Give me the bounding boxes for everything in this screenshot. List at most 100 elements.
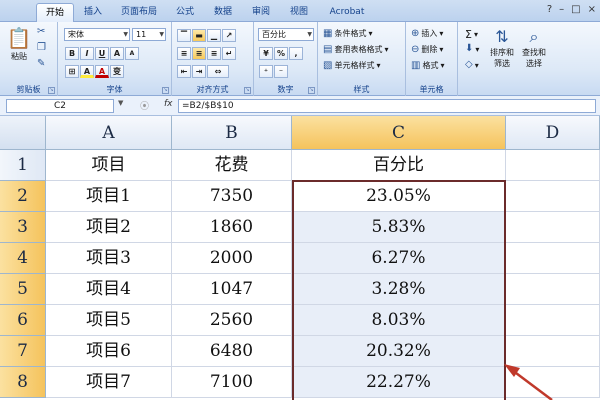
align-middle-icon[interactable]: ▬	[192, 29, 206, 42]
horizontal-align-row: ≡ ≡ ≡ ↵	[176, 46, 237, 61]
fx-icon[interactable]: fx	[164, 99, 173, 109]
group-styles: ▦ 条件格式 ▾ ▤ 套用表格格式 ▾ ▧ 单元格样式 ▾ 样式	[318, 22, 406, 96]
number-launcher-icon[interactable]: ↘	[308, 87, 315, 94]
group-label-styles: 样式	[353, 85, 370, 94]
align-left-icon[interactable]: ≡	[177, 47, 191, 60]
close-icon[interactable]: ×	[588, 4, 596, 18]
indent-row: ⇤ ⇥ ⇔	[176, 64, 230, 79]
cut-button[interactable]: ✂	[36, 26, 46, 38]
find-select-button[interactable]: ⌕ 查找和 选择	[520, 26, 548, 70]
align-center-icon[interactable]: ≡	[192, 47, 206, 60]
font-color-button[interactable]: A	[95, 65, 109, 78]
insert-button[interactable]: ⊕ 插入 ▾	[410, 27, 444, 40]
phonetic-button[interactable]: 变	[110, 65, 124, 78]
tab-review[interactable]: 审阅	[246, 3, 276, 22]
fill-color-button[interactable]: A	[80, 65, 94, 78]
format-icon: ▥	[411, 59, 421, 71]
expand-icon[interactable]: ⦿	[140, 99, 149, 112]
autosum-button[interactable]: Σ ▾	[464, 27, 479, 42]
delete-button[interactable]: ⊖ 删除 ▾	[410, 43, 444, 56]
clear-button[interactable]: ◇ ▾	[464, 59, 480, 71]
copy-button[interactable]: ❐	[36, 42, 47, 54]
conditional-format-button[interactable]: ▦ 条件格式 ▾	[322, 27, 373, 40]
formula-bar: C2 ▼ ⦿ fx =B2/$B$10	[0, 96, 600, 116]
font-color-row: ⊞ A A 变	[64, 64, 125, 79]
cell-styles-label: 单元格样式	[334, 61, 375, 70]
group-editing: Σ ▾ ⬇ ▾ ◇ ▾ ⇅ 排序和 筛选 ⌕ 查找和 选择	[458, 22, 600, 96]
formula-input[interactable]: =B2/$B$10	[178, 99, 596, 113]
group-cells: ⊕ 插入 ▾ ⊖ 删除 ▾ ▥ 格式 ▾ 单元格	[406, 22, 458, 96]
currency-icon[interactable]: ¥	[259, 47, 273, 60]
tab-view[interactable]: 视图	[284, 3, 314, 22]
font-size-value: 11	[136, 30, 147, 39]
bold-button[interactable]: B	[65, 47, 79, 60]
align-bottom-icon[interactable]: ▁	[207, 29, 221, 42]
font-style-row: B I U A A	[64, 46, 140, 61]
insert-icon: ⊕	[411, 27, 420, 39]
sort-filter-button[interactable]: ⇅ 排序和 筛选	[488, 26, 516, 70]
ribbon: 📋 粘贴 ✂ ❐ ✎ 剪贴板 ↘ 宋体 ▼ 11 ▼ B I U A A ⊞ A A…	[0, 22, 600, 96]
sort-filter-label-2: 筛选	[494, 59, 510, 68]
chevron-down-icon: ▾	[384, 45, 389, 54]
delete-icon: ⊖	[411, 43, 420, 55]
increase-indent-icon[interactable]: ⇥	[192, 65, 206, 78]
percent-button[interactable]: %	[274, 47, 288, 60]
font-shrink-button[interactable]: A	[125, 47, 139, 60]
find-select-label: 查找和	[522, 48, 546, 57]
help-icon[interactable]: ?	[547, 4, 552, 18]
tab-formulas[interactable]: 公式	[170, 3, 200, 22]
align-top-icon[interactable]: ▔	[177, 29, 191, 42]
border-icon[interactable]: ⊞	[65, 65, 79, 78]
increase-decimal-icon[interactable]: ⁺	[259, 65, 273, 78]
cell-style-icon: ▧	[323, 59, 333, 71]
restore-icon[interactable]: □	[571, 4, 580, 18]
table-icon: ▤	[323, 43, 333, 55]
merge-center-icon[interactable]: ⇔	[207, 65, 229, 78]
fill-button[interactable]: ⬇ ▾	[464, 43, 480, 55]
wrap-text-icon[interactable]: ↵	[222, 47, 236, 60]
paste-label: 粘贴	[11, 52, 27, 61]
eraser-icon: ◇	[465, 59, 473, 70]
underline-button[interactable]: U	[95, 47, 109, 60]
tab-page-layout[interactable]: 页面布局	[114, 3, 164, 22]
chevron-down-icon: ▾	[439, 29, 444, 38]
align-right-icon[interactable]: ≡	[207, 47, 221, 60]
name-box[interactable]: C2	[6, 99, 114, 113]
vertical-align-row: ▔ ▬ ▁ ↗	[176, 28, 237, 43]
number-format-combo[interactable]: 百分比 ▼	[258, 28, 314, 41]
cell-styles-button[interactable]: ▧ 单元格样式 ▾	[322, 59, 381, 72]
decrease-decimal-icon[interactable]: ⁻	[274, 65, 288, 78]
decrease-indent-icon[interactable]: ⇤	[177, 65, 191, 78]
format-label: 格式	[422, 61, 439, 70]
font-name-combo[interactable]: 宋体 ▼	[64, 28, 130, 41]
spreadsheet-grid: A B C D 1 项目 花费 百分比 2 项目1 7350 23.05% 3 …	[0, 116, 600, 400]
chevron-down-icon: ▼	[123, 31, 128, 38]
font-launcher-icon[interactable]: ↘	[162, 87, 169, 94]
font-size-combo[interactable]: 11 ▼	[132, 28, 166, 41]
format-button[interactable]: ▥ 格式 ▾	[410, 59, 445, 72]
paste-button[interactable]: 📋 粘贴	[6, 26, 32, 63]
group-label-alignment: 对齐方式	[196, 85, 229, 94]
sigma-icon: Σ	[465, 28, 472, 41]
format-as-table-button[interactable]: ▤ 套用表格格式 ▾	[322, 43, 389, 56]
minimize-icon[interactable]: –	[559, 4, 564, 18]
alignment-launcher-icon[interactable]: ↘	[244, 87, 251, 94]
clipboard-launcher-icon[interactable]: ↘	[48, 87, 55, 94]
group-label-cells: 单元格	[419, 85, 444, 94]
format-painter-button[interactable]: ✎	[36, 58, 46, 70]
tab-insert[interactable]: 插入	[78, 3, 108, 22]
font-grow-button[interactable]: A	[110, 47, 124, 60]
group-font: 宋体 ▼ 11 ▼ B I U A A ⊞ A A 变 字体 ↘	[58, 22, 172, 96]
brush-icon: ✎	[37, 58, 46, 69]
chevron-down-icon[interactable]: ▼	[118, 99, 123, 107]
sort-filter-label: 排序和	[490, 48, 514, 57]
ribbon-tab-bar: 开始 插入 页面布局 公式 数据 审阅 视图 Acrobat ? – □ ×	[0, 0, 600, 22]
fill-down-icon: ⬇	[465, 43, 474, 54]
tab-acrobat[interactable]: Acrobat	[324, 3, 370, 22]
group-alignment: ▔ ▬ ▁ ↗ ≡ ≡ ≡ ↵ ⇤ ⇥ ⇔ 对齐方式 ↘	[172, 22, 254, 96]
orientation-icon[interactable]: ↗	[222, 29, 236, 42]
italic-button[interactable]: I	[80, 47, 94, 60]
tab-home[interactable]: 开始	[36, 3, 74, 22]
tab-data[interactable]: 数据	[208, 3, 238, 22]
comma-button[interactable]: ,	[289, 47, 303, 60]
